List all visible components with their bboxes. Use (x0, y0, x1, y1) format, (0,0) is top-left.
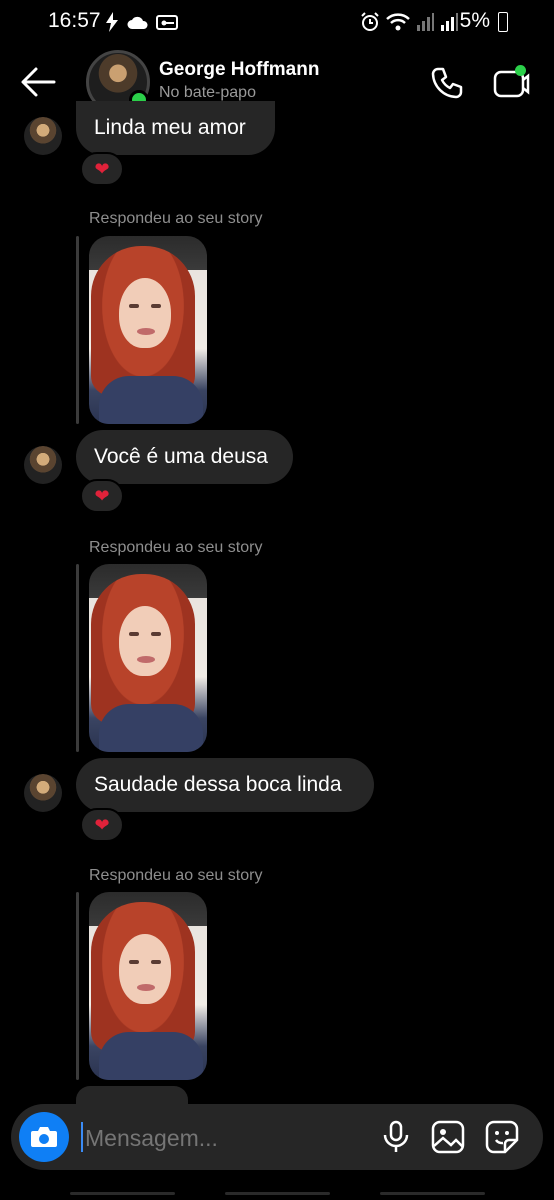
heart-reaction[interactable]: ❤ (80, 808, 124, 842)
heart-icon: ❤ (94, 158, 110, 179)
sender-avatar[interactable] (24, 774, 62, 812)
camera-icon (31, 1127, 57, 1147)
message-composer (11, 1104, 543, 1172)
reply-line (76, 564, 79, 752)
signal-2-icon (441, 13, 458, 31)
mic-icon[interactable] (381, 1120, 411, 1154)
sender-avatar[interactable] (24, 446, 62, 484)
battery-percent: 5% (459, 9, 490, 32)
camera-button[interactable] (19, 1112, 69, 1162)
heart-reaction[interactable]: ❤ (80, 152, 124, 186)
story-reply-label: Respondeu ao seu story (89, 210, 263, 227)
heart-icon: ❤ (94, 485, 110, 506)
status-time: 16:57 (48, 9, 101, 32)
heart-reaction[interactable]: ❤ (80, 479, 124, 513)
story-reply-label: Respondeu ao seu story (89, 867, 263, 884)
sender-avatar[interactable] (24, 117, 62, 155)
message-input[interactable] (83, 1104, 367, 1172)
story-thumbnail[interactable] (89, 892, 207, 1080)
message-bubble[interactable]: Saudade dessa boca linda (76, 758, 374, 812)
status-right-icons (360, 12, 458, 32)
reply-line (76, 892, 79, 1080)
wifi-icon (386, 13, 410, 31)
story-thumbnail[interactable] (89, 564, 207, 752)
story-thumbnail[interactable] (89, 236, 207, 424)
charging-bolt-icon (106, 12, 118, 32)
phone-icon[interactable] (430, 66, 464, 100)
bottom-nav-hint (0, 1192, 554, 1198)
signal-icon (417, 13, 434, 31)
back-arrow-icon[interactable] (20, 66, 56, 98)
story-reply-label: Respondeu ao seu story (89, 539, 263, 556)
contact-status: No bate-papo (159, 84, 256, 101)
cloud-icon (127, 16, 148, 29)
heart-icon: ❤ (94, 814, 110, 835)
vpn-key-icon (156, 15, 178, 30)
contact-name[interactable]: George Hoffmann (159, 59, 319, 81)
status-left-icons (106, 12, 178, 32)
message-bubble-partial (76, 1086, 188, 1106)
battery-icon (498, 12, 508, 32)
alarm-icon (361, 12, 379, 31)
video-online-dot (515, 65, 526, 76)
message-bubble[interactable]: Linda meu amor (76, 101, 275, 155)
sticker-icon[interactable] (485, 1120, 519, 1154)
status-bar: 16:57 5% (0, 0, 554, 44)
gallery-icon[interactable] (431, 1120, 465, 1154)
message-bubble[interactable]: Você é uma deusa (76, 430, 293, 484)
reply-line (76, 236, 79, 424)
